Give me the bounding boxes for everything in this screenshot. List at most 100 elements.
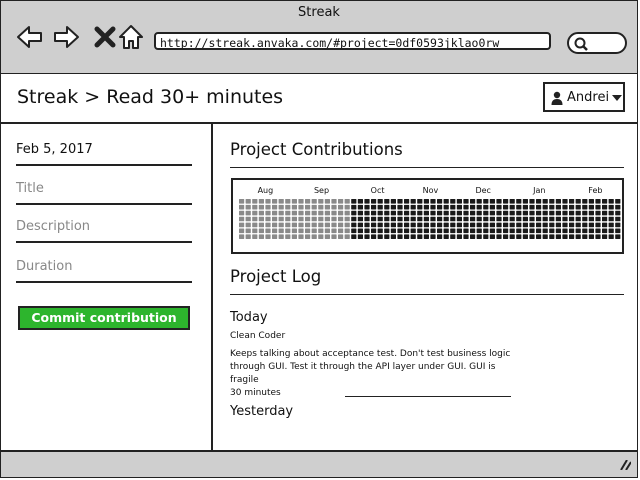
heatmap-cell[interactable] bbox=[562, 216, 568, 222]
heatmap-cell[interactable] bbox=[384, 234, 390, 239]
heatmap-cell[interactable] bbox=[364, 222, 370, 228]
heatmap-cell[interactable] bbox=[476, 234, 482, 239]
heatmap-cell[interactable] bbox=[509, 216, 515, 222]
heatmap-cell[interactable] bbox=[470, 216, 476, 222]
heatmap-cell[interactable] bbox=[588, 199, 594, 204]
heatmap-cell[interactable] bbox=[404, 222, 410, 228]
heatmap-cell[interactable] bbox=[489, 199, 495, 204]
heatmap-cell[interactable] bbox=[351, 222, 357, 228]
heatmap-cell[interactable] bbox=[397, 216, 403, 222]
heatmap-cell[interactable] bbox=[476, 210, 482, 216]
heatmap-cell[interactable] bbox=[278, 199, 284, 204]
heatmap-cell[interactable] bbox=[278, 222, 284, 228]
heatmap-cell[interactable] bbox=[496, 199, 502, 204]
heatmap-cell[interactable] bbox=[615, 199, 621, 204]
heatmap-cell[interactable] bbox=[311, 222, 317, 228]
heatmap-cell[interactable] bbox=[423, 234, 429, 239]
heatmap-cell[interactable] bbox=[588, 234, 594, 239]
home-icon[interactable] bbox=[117, 23, 145, 51]
heatmap-cell[interactable] bbox=[397, 199, 403, 204]
heatmap-cell[interactable] bbox=[423, 199, 429, 204]
heatmap-cell[interactable] bbox=[430, 228, 436, 234]
heatmap-cell[interactable] bbox=[529, 222, 535, 228]
heatmap-cell[interactable] bbox=[516, 222, 522, 228]
heatmap-cell[interactable] bbox=[489, 222, 495, 228]
heatmap-cell[interactable] bbox=[430, 222, 436, 228]
heatmap-cell[interactable] bbox=[562, 204, 568, 210]
heatmap-cell[interactable] bbox=[338, 210, 344, 216]
heatmap-cell[interactable] bbox=[608, 228, 614, 234]
heatmap-cell[interactable] bbox=[410, 234, 416, 239]
duration-field[interactable]: Duration bbox=[16, 259, 192, 283]
heatmap-cell[interactable] bbox=[364, 234, 370, 239]
heatmap-cell[interactable] bbox=[364, 204, 370, 210]
heatmap-cell[interactable] bbox=[595, 204, 601, 210]
heatmap-cell[interactable] bbox=[496, 222, 502, 228]
heatmap-cell[interactable] bbox=[522, 199, 528, 204]
heatmap-cell[interactable] bbox=[357, 216, 363, 222]
heatmap-cell[interactable] bbox=[582, 222, 588, 228]
heatmap-cell[interactable] bbox=[324, 228, 330, 234]
heatmap-cell[interactable] bbox=[265, 204, 271, 210]
heatmap-cell[interactable] bbox=[410, 210, 416, 216]
heatmap-cell[interactable] bbox=[615, 204, 621, 210]
heatmap-cell[interactable] bbox=[384, 204, 390, 210]
heatmap-cell[interactable] bbox=[450, 222, 456, 228]
heatmap-cell[interactable] bbox=[489, 204, 495, 210]
heatmap-cell[interactable] bbox=[305, 234, 311, 239]
heatmap-cell[interactable] bbox=[437, 199, 443, 204]
heatmap-cell[interactable] bbox=[595, 222, 601, 228]
heatmap-cell[interactable] bbox=[503, 234, 509, 239]
heatmap-cell[interactable] bbox=[272, 204, 278, 210]
heatmap-cell[interactable] bbox=[384, 210, 390, 216]
heatmap-cell[interactable] bbox=[588, 204, 594, 210]
heatmap-cell[interactable] bbox=[470, 204, 476, 210]
heatmap-cell[interactable] bbox=[456, 210, 462, 216]
heatmap-cell[interactable] bbox=[569, 216, 575, 222]
heatmap-cell[interactable] bbox=[522, 210, 528, 216]
heatmap-cell[interactable] bbox=[272, 228, 278, 234]
heatmap-cell[interactable] bbox=[423, 204, 429, 210]
heatmap-cell[interactable] bbox=[608, 204, 614, 210]
heatmap-cell[interactable] bbox=[245, 228, 251, 234]
heatmap-cell[interactable] bbox=[450, 204, 456, 210]
heatmap-cell[interactable] bbox=[575, 216, 581, 222]
heatmap-cell[interactable] bbox=[555, 210, 561, 216]
heatmap-cell[interactable] bbox=[371, 216, 377, 222]
heatmap-cell[interactable] bbox=[351, 199, 357, 204]
heatmap-cell[interactable] bbox=[595, 228, 601, 234]
heatmap-cell[interactable] bbox=[344, 228, 350, 234]
heatmap-cell[interactable] bbox=[470, 222, 476, 228]
heatmap-cell[interactable] bbox=[450, 234, 456, 239]
heatmap-cell[interactable] bbox=[265, 222, 271, 228]
heatmap-cell[interactable] bbox=[503, 216, 509, 222]
heatmap-cell[interactable] bbox=[536, 228, 542, 234]
heatmap-cell[interactable] bbox=[311, 216, 317, 222]
heatmap-cell[interactable] bbox=[318, 210, 324, 216]
heatmap-cell[interactable] bbox=[272, 210, 278, 216]
heatmap-cell[interactable] bbox=[318, 204, 324, 210]
heatmap-cell[interactable] bbox=[410, 222, 416, 228]
heatmap-cell[interactable] bbox=[569, 199, 575, 204]
heatmap-cell[interactable] bbox=[602, 216, 608, 222]
heatmap-cell[interactable] bbox=[595, 199, 601, 204]
heatmap-cell[interactable] bbox=[483, 199, 489, 204]
heatmap-cell[interactable] bbox=[397, 204, 403, 210]
heatmap-cell[interactable] bbox=[351, 234, 357, 239]
heatmap-cell[interactable] bbox=[443, 234, 449, 239]
heatmap-cell[interactable] bbox=[430, 216, 436, 222]
heatmap-cell[interactable] bbox=[305, 199, 311, 204]
heatmap-cell[interactable] bbox=[397, 234, 403, 239]
heatmap-cell[interactable] bbox=[582, 210, 588, 216]
heatmap-cell[interactable] bbox=[562, 234, 568, 239]
heatmap-cell[interactable] bbox=[239, 222, 245, 228]
heatmap-cell[interactable] bbox=[331, 222, 337, 228]
heatmap-cell[interactable] bbox=[410, 199, 416, 204]
heatmap-cell[interactable] bbox=[423, 222, 429, 228]
heatmap-cell[interactable] bbox=[377, 204, 383, 210]
heatmap-cell[interactable] bbox=[463, 204, 469, 210]
heatmap-cell[interactable] bbox=[423, 228, 429, 234]
heatmap-cell[interactable] bbox=[278, 228, 284, 234]
heatmap-cell[interactable] bbox=[555, 199, 561, 204]
heatmap-cell[interactable] bbox=[384, 216, 390, 222]
